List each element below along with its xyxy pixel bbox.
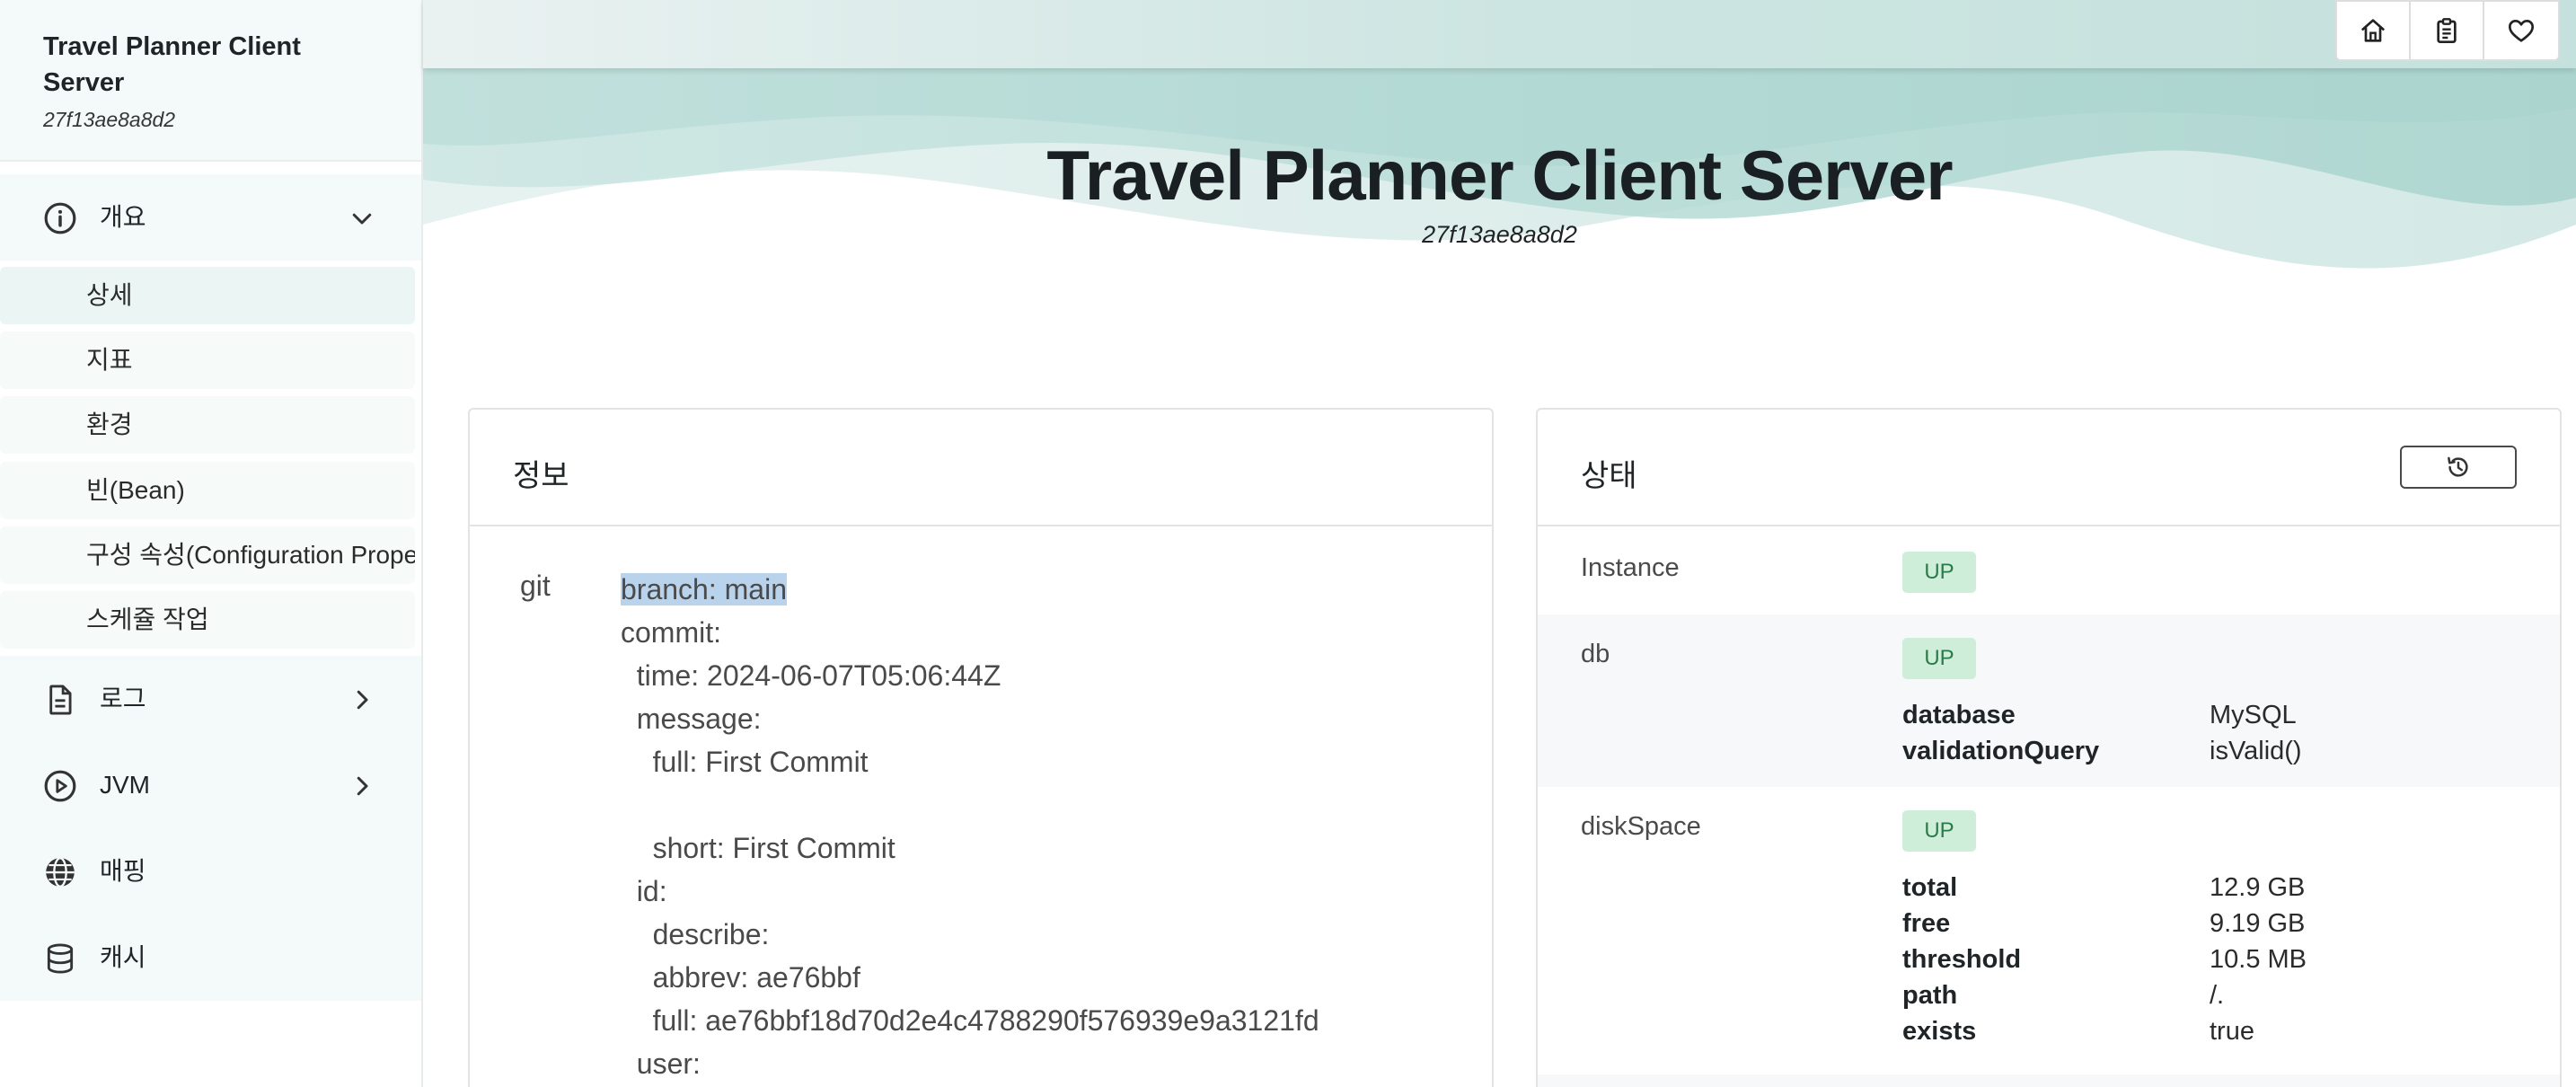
play-circle-icon (44, 770, 76, 802)
sidebar-group-label: 매핑 (100, 857, 146, 885)
git-label: git (520, 570, 551, 602)
home-button[interactable] (2337, 2, 2411, 59)
git-line: user: (621, 1047, 701, 1080)
health-detail-value: isValid() (2210, 737, 2302, 765)
health-card-header: 상태 (1538, 410, 2560, 526)
page-subtitle: 27f13ae8a8d2 (1422, 221, 1577, 248)
chevron-down-icon (352, 213, 372, 225)
clipboard-icon (2437, 18, 2457, 43)
sidebar-item-details[interactable]: 상세 (0, 267, 415, 324)
main-content: Travel Planner Client Server 27f13ae8a8d… (423, 0, 2576, 1087)
git-line (621, 783, 1319, 826)
sidebar-app-title: Travel Planner Client Server (43, 32, 301, 97)
sidebar-item-beans[interactable]: 빈(Bean) (0, 462, 415, 519)
history-icon (2448, 456, 2468, 477)
sidebar-group-jvm[interactable]: JVM (0, 742, 421, 828)
status-badge: UP (1902, 552, 1976, 593)
sidebar-group-label: 로그 (100, 685, 146, 712)
git-line: abbrev: ae76bbf (621, 961, 860, 994)
sidebar-item-label: 상세 (86, 281, 133, 309)
health-detail-key: path (1902, 981, 1958, 1010)
chevron-right-icon (357, 690, 368, 710)
status-badge: UP (1902, 810, 1976, 852)
health-card-title: 상태 (1581, 459, 1637, 493)
health-detail-value: 10.5 MB (2210, 945, 2307, 974)
sidebar-group-mappings[interactable]: 매핑 (0, 828, 421, 915)
health-detail-key: database (1902, 701, 2016, 729)
git-line: message: (621, 703, 762, 735)
git-line: short: First Commit (621, 832, 895, 864)
health-row-diskspace: diskSpace UP total 12.9 GB free 9.19 GB … (1538, 787, 2560, 1074)
sidebar-item-metrics[interactable]: 지표 (0, 331, 415, 389)
health-detail-value: 9.19 GB (2210, 909, 2306, 938)
health-detail-key: threshold (1902, 945, 2022, 974)
health-detail-value: 12.9 GB (2210, 873, 2306, 902)
health-row-next (1538, 1074, 2560, 1087)
heart-button[interactable] (2484, 2, 2558, 59)
sidebar-item-scheduled-tasks[interactable]: 스케쥴 작업 (0, 591, 415, 649)
database-icon (47, 943, 74, 974)
info-card-header: 정보 (470, 410, 1492, 526)
sidebar-group-caches[interactable]: 캐시 (0, 915, 421, 1001)
git-line: describe: (621, 918, 770, 950)
chevron-right-icon (357, 776, 368, 796)
health-component-name: db (1581, 640, 1610, 668)
sidebar-instance-id: 27f13ae8a8d2 (43, 108, 176, 131)
top-button-group (2335, 0, 2560, 61)
info-card: 정보 git branch: main commit: time: 2024-0… (468, 408, 1494, 1087)
health-row-instance: Instance UP (1538, 528, 2560, 614)
git-info-lines: branch: main commit: time: 2024-06-07T05… (621, 568, 1319, 1085)
page-title: Travel Planner Client Server (1046, 136, 1953, 215)
health-detail-key: total (1902, 873, 1958, 902)
sidebar-group-overview[interactable]: 개요 (0, 174, 421, 261)
health-component-name: diskSpace (1581, 812, 1701, 841)
sidebar-item-label: 환경 (86, 411, 133, 438)
git-line: commit: (621, 616, 721, 649)
sidebar-group-logs[interactable]: 로그 (0, 656, 421, 742)
health-detail-value: true (2210, 1017, 2254, 1046)
top-navbar (423, 0, 2576, 68)
git-line: full: First Commit (621, 746, 869, 778)
sidebar-item-environment[interactable]: 환경 (0, 396, 415, 454)
sidebar-item-label: 지표 (86, 346, 133, 374)
sidebar-header: Travel Planner Client Server 27f13ae8a8d… (0, 0, 421, 162)
heart-icon (2509, 20, 2534, 42)
sidebar-group-label: 캐시 (100, 943, 146, 971)
health-history-button[interactable] (2400, 446, 2517, 489)
git-line: time: 2024-06-07T05:06:44Z (621, 659, 1001, 692)
health-detail-value: /. (2210, 981, 2225, 1010)
git-line: branch: main (621, 568, 1319, 611)
health-card: 상태 Instance UP db UP database MySQL vali… (1536, 408, 2562, 1087)
health-component-name: Instance (1581, 553, 1680, 582)
status-badge: UP (1902, 638, 1976, 679)
sidebar-item-label: 구성 속성(Configuration Prope (86, 541, 415, 569)
file-icon (49, 685, 72, 715)
sidebar-item-label: 스케쥴 작업 (86, 605, 209, 633)
clipboard-button[interactable] (2411, 2, 2484, 59)
info-circle-icon (44, 202, 76, 234)
sidebar-group-label: 개요 (100, 203, 146, 231)
selected-text[interactable]: branch: main (621, 573, 787, 605)
sidebar-item-configprops[interactable]: 구성 속성(Configuration Prope (0, 526, 415, 584)
sidebar-group-label: JVM (100, 771, 150, 799)
sidebar: Travel Planner Client Server 27f13ae8a8d… (0, 0, 423, 1087)
health-detail-key: free (1902, 909, 1951, 938)
health-detail-value: MySQL (2210, 701, 2297, 729)
home-icon (2361, 19, 2385, 42)
sidebar-item-label: 빈(Bean) (86, 476, 185, 504)
info-card-title: 정보 (513, 459, 569, 493)
health-detail-key: validationQuery (1902, 737, 2100, 765)
git-line: id: (621, 875, 667, 907)
git-line: full: ae76bbf18d70d2e4c4788290f576939e9a… (621, 1004, 1319, 1037)
globe-icon (46, 856, 75, 888)
health-row-db: db UP database MySQL validationQuery isV… (1538, 614, 2560, 787)
health-detail-key: exists (1902, 1017, 1977, 1046)
